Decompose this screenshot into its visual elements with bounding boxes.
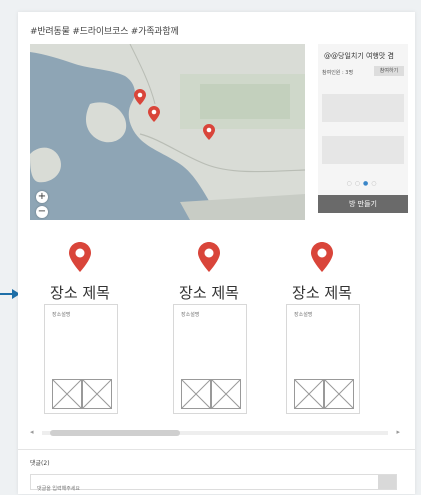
place-description: 장소설명 [52, 312, 71, 318]
place-description: 장소설명 [181, 312, 200, 318]
place-detail-box: 장소설명 [173, 304, 247, 414]
carousel-dot[interactable]: ○ [371, 180, 379, 187]
participant-count: 참여인원 : 3명 [322, 70, 354, 76]
place-detail-box: 장소설명 [44, 304, 118, 414]
scroll-thumb[interactable] [50, 430, 180, 436]
location-pin-icon [198, 242, 220, 272]
map-view[interactable]: + − [30, 44, 305, 220]
hashtags: #반려동물 #드라이브코스 #가족과함께 [30, 27, 179, 37]
comment-input[interactable] [31, 483, 377, 495]
image-placeholder-icon [82, 379, 112, 409]
image-placeholder-icon [294, 379, 324, 409]
trip-image-placeholder [322, 94, 404, 122]
place-title: 장소 제목 [292, 284, 352, 302]
zoom-in-button[interactable]: + [36, 191, 48, 203]
zoom-out-button[interactable]: − [36, 206, 48, 218]
section-divider [18, 449, 415, 450]
location-pin-icon [311, 242, 333, 272]
carousel-dot-active[interactable]: ● [363, 180, 371, 187]
image-placeholder-icon [181, 379, 211, 409]
trip-card: @@당일치기 여행맛 겸 참여인원 : 3명 참여하기 ○○●○ [318, 44, 408, 199]
image-placeholder-icon [324, 379, 354, 409]
page-container: #반려동물 #드라이브코스 #가족과함께 + − @@당일치기 여행맛 겸 참여… [18, 12, 415, 495]
trip-image-placeholder [322, 136, 404, 164]
trip-sidebar: @@당일치기 여행맛 겸 참여인원 : 3명 참여하기 ○○●○ 방 만들기 [318, 44, 408, 220]
scroll-right-arrow[interactable]: ▸ [396, 428, 400, 436]
comment-submit-button[interactable] [378, 475, 396, 489]
comment-input-box [30, 474, 397, 495]
map-pin-icon[interactable] [134, 89, 146, 105]
place-description: 장소설명 [294, 312, 313, 318]
horizontal-scrollbar[interactable]: ◂ ▸ [30, 428, 400, 437]
comment-count-label: 댓글(2) [30, 460, 50, 467]
carousel-dots[interactable]: ○○●○ [318, 180, 408, 187]
place-detail-box: 장소설명 [286, 304, 360, 414]
map-terrain [30, 44, 305, 220]
image-placeholder-icon [211, 379, 241, 409]
trip-title: @@당일치기 여행맛 겸 [324, 52, 394, 60]
map-pin-icon[interactable] [203, 124, 215, 140]
map-pin-icon[interactable] [148, 106, 160, 122]
image-placeholder-icon [52, 379, 82, 409]
make-room-button[interactable]: 방 만들기 [318, 195, 408, 213]
location-pin-icon [69, 242, 91, 272]
scroll-left-arrow[interactable]: ◂ [30, 428, 34, 436]
join-button[interactable]: 참여하기 [374, 66, 404, 76]
place-title: 장소 제목 [50, 284, 110, 302]
carousel-dot[interactable]: ○ [347, 180, 355, 187]
pointer-arrow-icon [0, 289, 20, 299]
place-title: 장소 제목 [179, 284, 239, 302]
carousel-dot[interactable]: ○ [355, 180, 363, 187]
